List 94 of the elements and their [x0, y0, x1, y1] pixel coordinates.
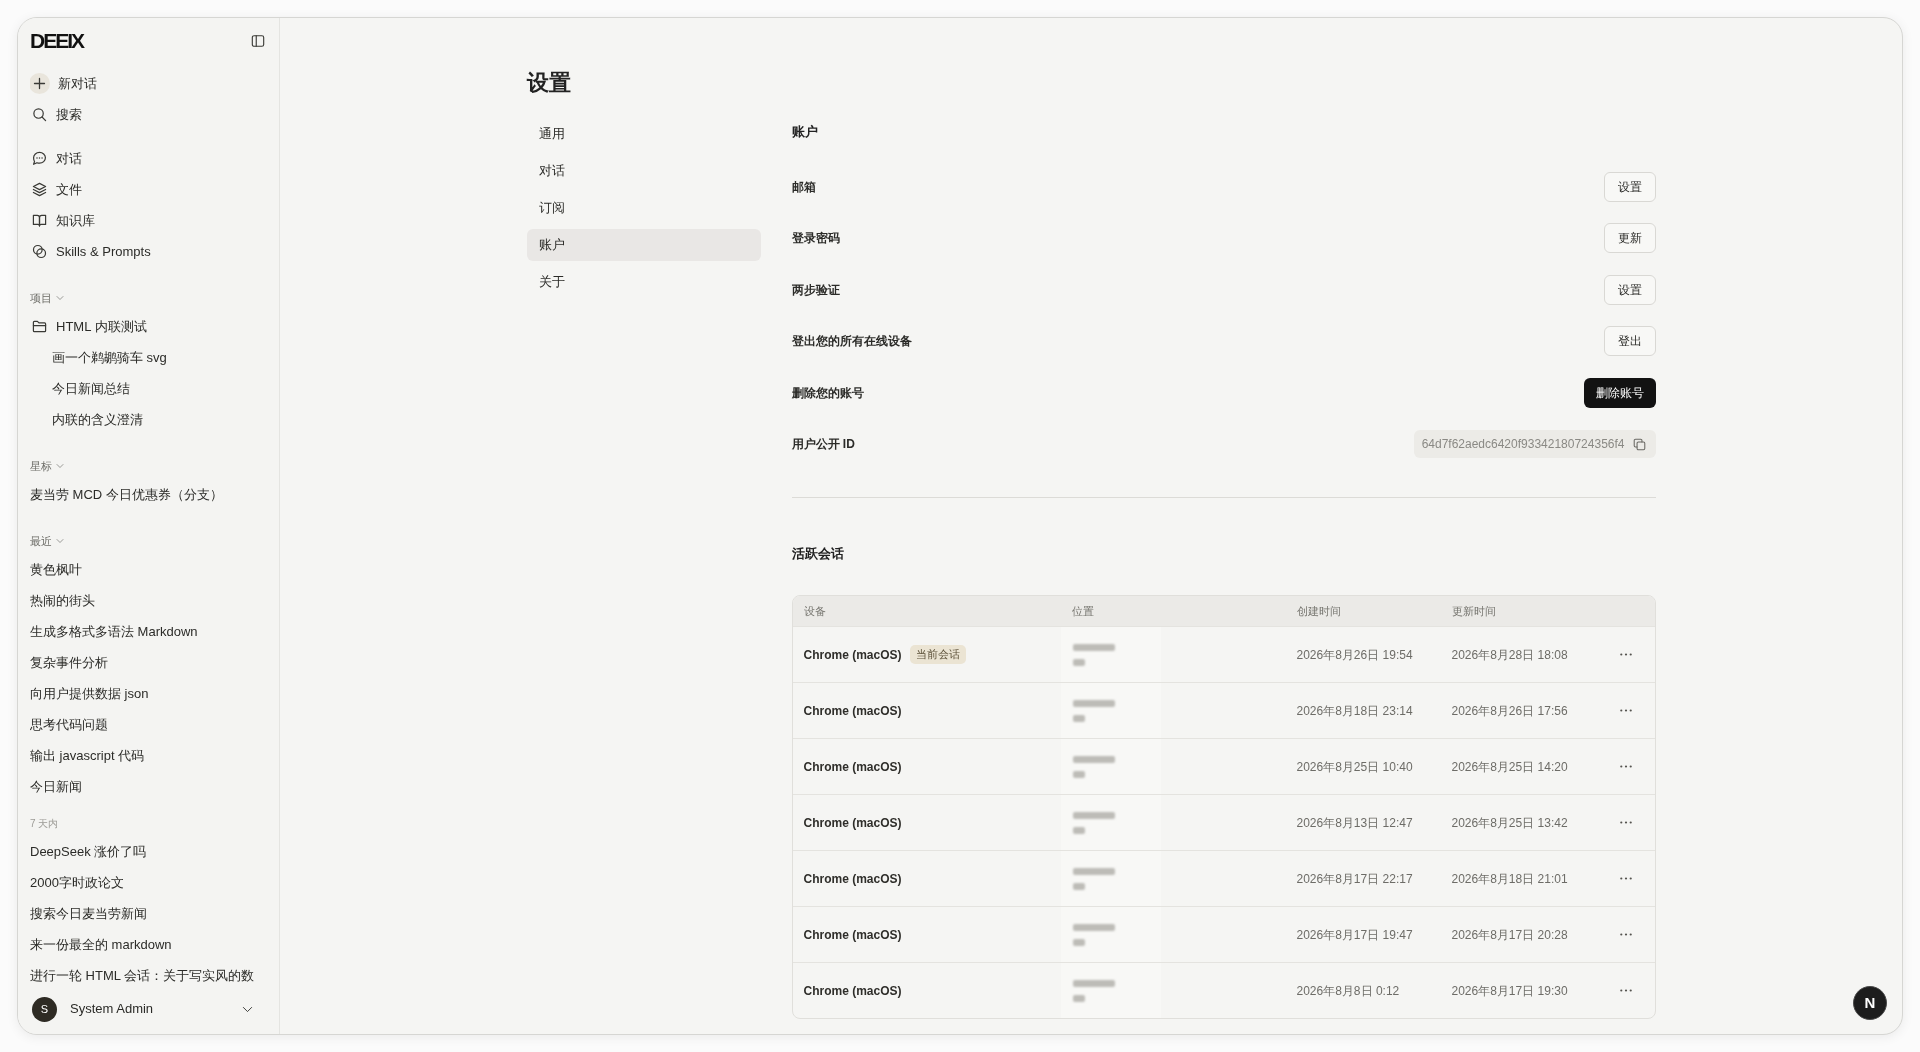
chat-bubble-icon — [32, 151, 47, 166]
search-icon — [32, 107, 47, 122]
chat-item[interactable]: 今日新闻 — [30, 771, 82, 802]
chat-item[interactable]: 搜索今日麦当劳新闻 — [30, 898, 147, 929]
chat-item[interactable]: 2000字时政论文 — [30, 867, 124, 898]
chat-item[interactable]: 麦当劳 MCD 今日优惠券（分支） — [30, 479, 223, 510]
column-header: 更新时间 — [1450, 603, 1496, 619]
settings-tab[interactable]: 通用 — [526, 118, 761, 150]
section-header[interactable]: 最近 — [30, 528, 64, 554]
action-button[interactable]: 设置 — [1603, 171, 1656, 202]
current-session-badge: 当前会话 — [909, 645, 966, 664]
device-name: Chrome (macOS) — [803, 646, 902, 664]
updated-time: 2026年8月25日 13:42 — [1450, 814, 1568, 832]
created-time: 2026年8月13日 12:47 — [1295, 814, 1413, 832]
chat-item[interactable]: 来一份最全的 markdown — [30, 929, 172, 960]
setting-label: 登出您的所有在线设备 — [791, 333, 912, 351]
updated-time: 2026年8月25日 14:20 — [1450, 758, 1568, 776]
setting-label: 登录密码 — [791, 230, 840, 248]
chat-item[interactable]: 复杂事件分析 — [30, 647, 108, 678]
nav-item[interactable]: Skills & Prompts — [30, 236, 151, 267]
created-time: 2026年8月18日 23:14 — [1295, 702, 1413, 720]
device-name: Chrome (macOS) — [803, 758, 902, 776]
more-icon[interactable] — [1620, 989, 1632, 992]
device-name: Chrome (macOS) — [803, 926, 902, 944]
updated-time: 2026年8月18日 21:01 — [1450, 870, 1568, 888]
created-time: 2026年8月17日 22:17 — [1295, 870, 1413, 888]
plus-icon — [30, 73, 50, 94]
action-button[interactable]: 登出 — [1603, 326, 1656, 357]
updated-time: 2026年8月17日 19:30 — [1450, 982, 1568, 1000]
section-title: 活跃会话 — [791, 545, 844, 563]
updated-time: 2026年8月28日 18:08 — [1450, 646, 1568, 664]
created-time: 2026年8月25日 10:40 — [1295, 758, 1413, 776]
more-icon[interactable] — [1620, 877, 1632, 880]
copy-icon[interactable] — [1632, 437, 1646, 451]
more-icon[interactable] — [1620, 821, 1632, 824]
delete-account-button[interactable]: 删除账号 — [1583, 377, 1656, 408]
settings-tab[interactable]: 关于 — [526, 266, 761, 298]
column-header: 创建时间 — [1295, 603, 1341, 619]
device-name: Chrome (macOS) — [803, 870, 902, 888]
chat-item[interactable]: 热闹的街头 — [30, 585, 95, 616]
created-time: 2026年8月8日 0:12 — [1295, 982, 1400, 1000]
book-icon — [32, 213, 47, 228]
logo: DEEIX — [30, 30, 84, 52]
chat-item[interactable]: 进行一轮 HTML 会话：关于写实风的数 — [30, 960, 255, 988]
chat-item[interactable]: 生成多格式多语法 Markdown — [30, 616, 198, 647]
settings-tab[interactable]: 账户 — [526, 229, 761, 261]
device-name: Chrome (macOS) — [803, 982, 902, 1000]
page-title: 设置 — [526, 70, 572, 96]
created-time: 2026年8月17日 19:47 — [1295, 926, 1413, 944]
chat-item[interactable]: 内联的含义澄清 — [30, 404, 143, 435]
chat-item[interactable]: 输出 javascript 代码 — [30, 740, 145, 771]
chat-item[interactable]: 向用户提供数据 json — [30, 678, 149, 709]
section-header[interactable]: 星标 — [30, 453, 64, 479]
folder-icon — [32, 319, 47, 334]
chat-item[interactable]: 今日新闻总结 — [30, 373, 130, 404]
column-header: 设备 — [802, 603, 826, 619]
column-header: 位置 — [1070, 603, 1094, 619]
nav-item[interactable]: 知识库 — [30, 205, 95, 236]
user-menu[interactable]: S System Admin — [30, 988, 267, 1034]
setting-label: 邮箱 — [791, 178, 816, 196]
section-title: 账户 — [791, 123, 818, 141]
settings-tab[interactable]: 对话 — [526, 155, 761, 187]
project-item[interactable]: HTML 内联测试 — [30, 311, 147, 342]
more-icon[interactable] — [1620, 653, 1632, 656]
setting-label: 删除您的账号 — [791, 384, 864, 402]
settings-tab[interactable]: 订阅 — [526, 192, 761, 224]
device-name: Chrome (macOS) — [803, 702, 902, 720]
overlapping-circles-icon — [32, 244, 47, 259]
section-header[interactable]: 项目 — [30, 285, 64, 311]
avatar: S — [32, 996, 57, 1022]
chat-item[interactable]: DeepSeek 涨价了吗 — [30, 836, 147, 867]
setting-label: 两步验证 — [791, 281, 840, 299]
more-icon[interactable] — [1620, 765, 1632, 768]
chat-item[interactable]: 思考代码问题 — [30, 709, 108, 740]
more-icon[interactable] — [1620, 933, 1632, 936]
setting-label: 用户公开 ID — [791, 436, 855, 454]
updated-time: 2026年8月26日 17:56 — [1450, 702, 1568, 720]
device-name: Chrome (macOS) — [803, 814, 902, 832]
more-icon[interactable] — [1620, 709, 1632, 712]
action-button[interactable]: 设置 — [1603, 274, 1656, 305]
updated-time: 2026年8月17日 20:28 — [1450, 926, 1568, 944]
sidebar-toggle-icon[interactable] — [251, 34, 265, 48]
search-button[interactable]: 搜索 — [30, 99, 82, 130]
chat-item[interactable]: 黄色枫叶 — [30, 554, 82, 585]
created-time: 2026年8月26日 19:54 — [1295, 646, 1413, 664]
action-button[interactable]: 更新 — [1603, 223, 1656, 254]
user-id-text: 64d7f62aedc6420f93342180724356f4 — [1421, 436, 1625, 454]
layers-icon — [32, 182, 47, 197]
group-label: 7 天内 — [30, 816, 59, 831]
nav-item[interactable]: 文件 — [30, 174, 82, 205]
nav-item[interactable]: 对话 — [30, 143, 82, 174]
chat-item[interactable]: 画一个鹈鹕骑车 svg — [30, 342, 167, 373]
new-chat-button[interactable]: 新对话 — [30, 68, 97, 99]
dev-tools-button[interactable]: N — [1853, 986, 1887, 1020]
